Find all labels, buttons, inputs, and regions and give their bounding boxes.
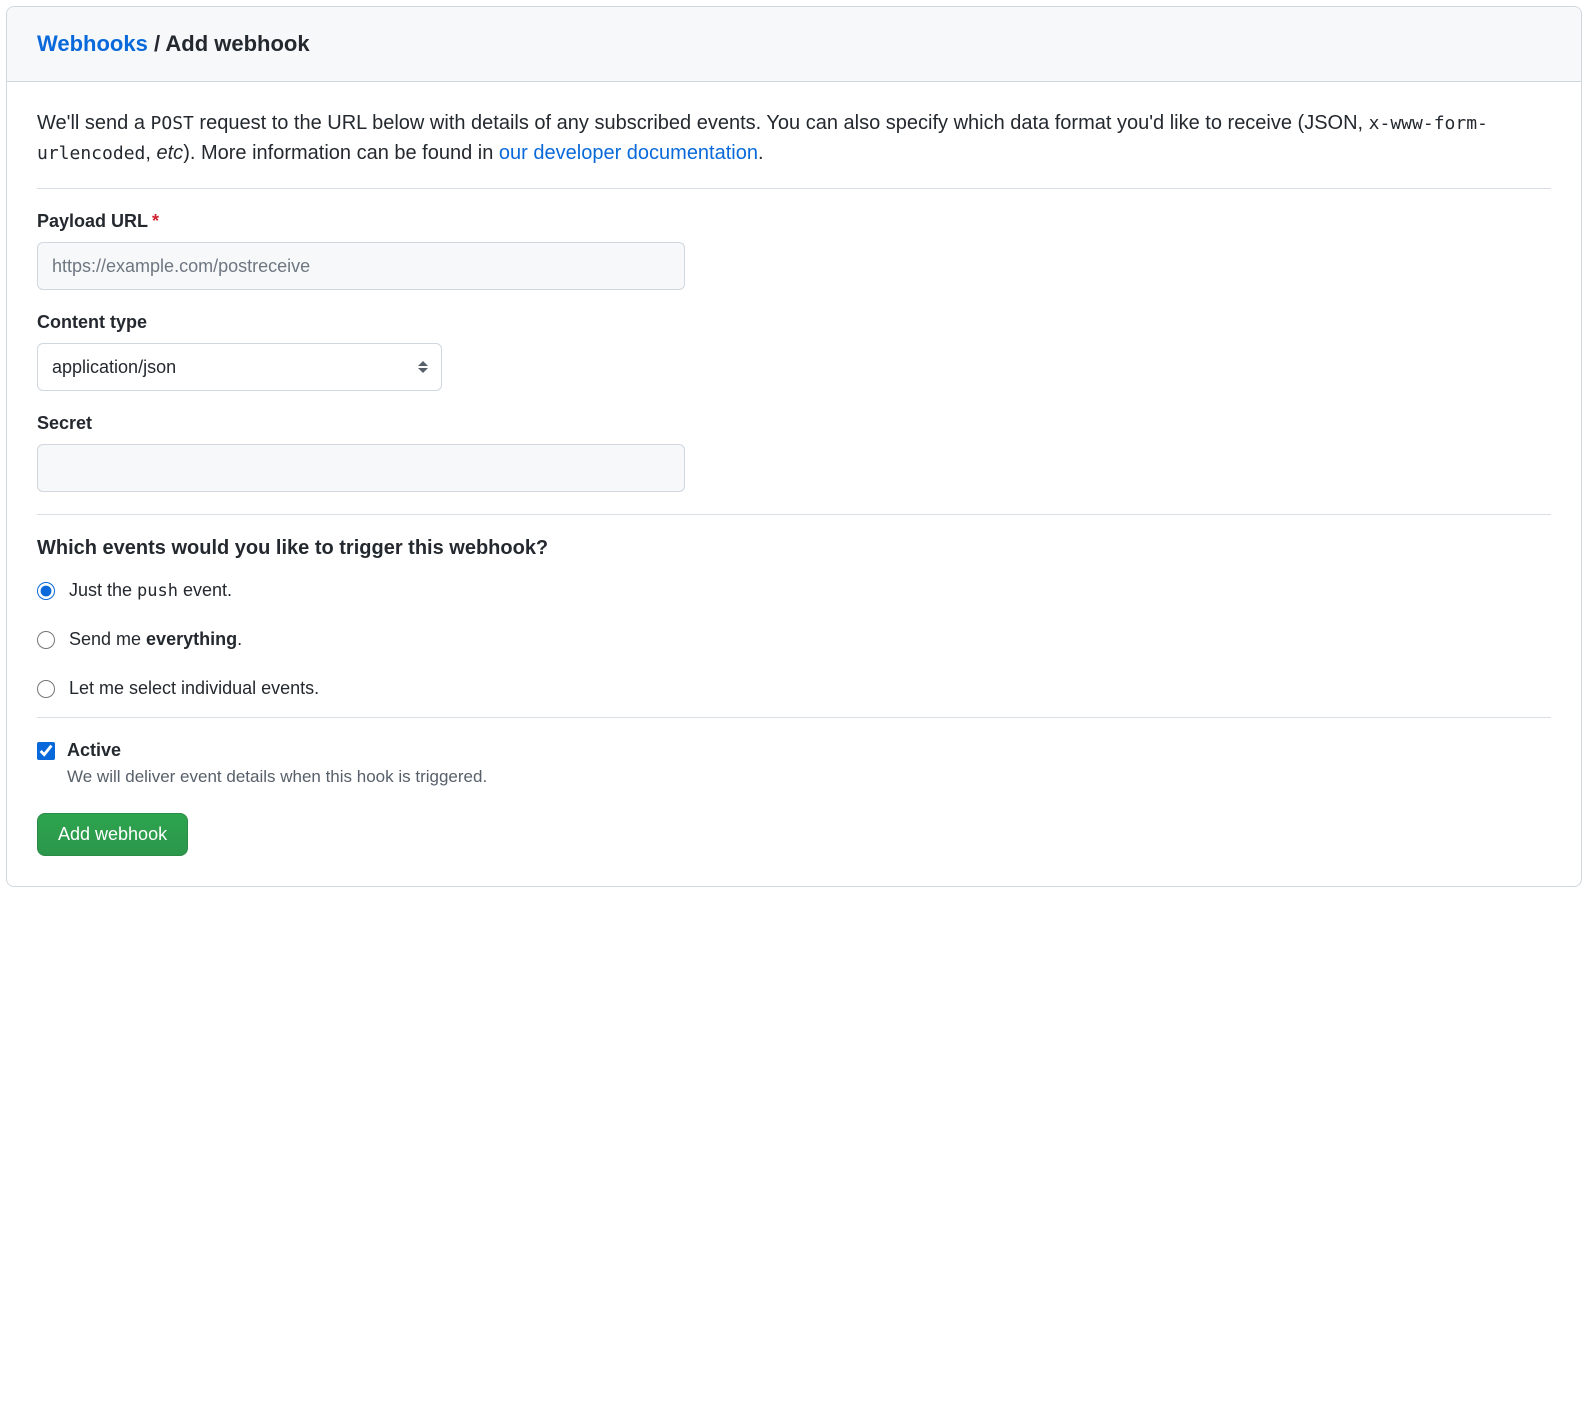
divider bbox=[37, 514, 1551, 515]
event-label-individual: Let me select individual events. bbox=[69, 678, 319, 699]
form-description: We'll send a POST request to the URL bel… bbox=[37, 108, 1551, 168]
required-indicator: * bbox=[152, 211, 159, 231]
payload-url-input[interactable] bbox=[37, 242, 685, 290]
content-type-select[interactable]: application/json bbox=[37, 343, 442, 391]
event-option-individual[interactable]: Let me select individual events. bbox=[37, 678, 1551, 699]
active-description: We will deliver event details when this … bbox=[67, 767, 487, 787]
secret-label: Secret bbox=[37, 413, 1551, 434]
divider bbox=[37, 188, 1551, 189]
breadcrumb-separator: / bbox=[154, 31, 165, 56]
active-checkbox[interactable] bbox=[37, 742, 55, 760]
secret-group: Secret bbox=[37, 413, 1551, 492]
breadcrumb-link-webhooks[interactable]: Webhooks bbox=[37, 31, 148, 56]
content-type-label: Content type bbox=[37, 312, 1551, 333]
panel-header: Webhooks / Add webhook bbox=[7, 7, 1581, 82]
event-radio-individual[interactable] bbox=[37, 680, 55, 698]
divider bbox=[37, 717, 1551, 718]
event-option-push[interactable]: Just the push event. bbox=[37, 580, 1551, 601]
payload-url-label: Payload URL* bbox=[37, 211, 1551, 232]
event-label-everything: Send me everything. bbox=[69, 629, 242, 650]
code-push: push bbox=[137, 581, 178, 601]
code-post: POST bbox=[151, 113, 194, 134]
event-radio-push[interactable] bbox=[37, 582, 55, 600]
webhook-form-panel: Webhooks / Add webhook We'll send a POST… bbox=[6, 6, 1582, 887]
active-content: Active We will deliver event details whe… bbox=[67, 740, 487, 787]
content-type-group: Content type application/json bbox=[37, 312, 1551, 391]
event-radio-everything[interactable] bbox=[37, 631, 55, 649]
active-label: Active bbox=[67, 740, 487, 761]
payload-url-group: Payload URL* bbox=[37, 211, 1551, 290]
developer-docs-link[interactable]: our developer documentation bbox=[499, 142, 758, 164]
add-webhook-button[interactable]: Add webhook bbox=[37, 813, 188, 856]
event-label-push: Just the push event. bbox=[69, 580, 232, 601]
events-heading: Which events would you like to trigger t… bbox=[37, 537, 1551, 560]
breadcrumb: Webhooks / Add webhook bbox=[37, 31, 1551, 57]
panel-body: We'll send a POST request to the URL bel… bbox=[7, 82, 1581, 886]
breadcrumb-current: Add webhook bbox=[165, 31, 309, 56]
etc-text: etc bbox=[157, 142, 184, 164]
event-option-everything[interactable]: Send me everything. bbox=[37, 629, 1551, 650]
secret-input[interactable] bbox=[37, 444, 685, 492]
active-row: Active We will deliver event details whe… bbox=[37, 740, 1551, 787]
content-type-select-wrap: application/json bbox=[37, 343, 442, 391]
